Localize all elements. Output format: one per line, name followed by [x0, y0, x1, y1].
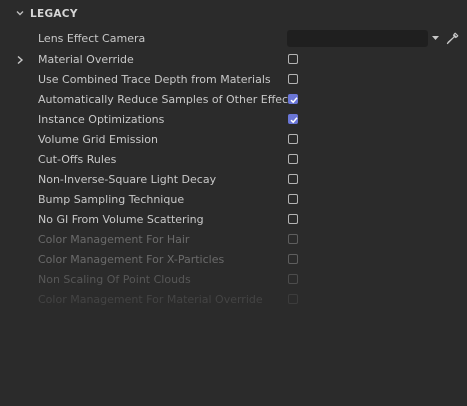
non-scaling-of-point-clouds-label: Non Scaling Of Point Clouds [38, 273, 191, 286]
bump-sampling-technique-label: Bump Sampling Technique [38, 193, 185, 206]
color-management-for-hair-label: Color Management For Hair [38, 233, 190, 246]
material-override-checkbox[interactable] [288, 54, 298, 64]
color-management-for-x-particles-checkbox[interactable] [288, 254, 298, 264]
material-override-row: Material Override [0, 50, 467, 70]
instance-optimizations-label: Instance Optimizations [38, 113, 165, 126]
legacy-section-header[interactable]: LEGACY [0, 0, 467, 28]
lens-effect-camera-field[interactable] [287, 30, 428, 47]
bump-sampling-technique-row: Bump Sampling Technique [0, 190, 467, 210]
no-gi-from-volume-scattering-checkbox[interactable] [288, 214, 298, 224]
lens-effect-camera-label: Lens Effect Camera [38, 32, 146, 45]
color-management-for-x-particles-row: Color Management For X-Particles [0, 250, 467, 270]
chevron-down-icon[interactable] [15, 8, 25, 18]
use-combined-trace-depth-row: Use Combined Trace Depth from Materials [0, 70, 467, 90]
non-inverse-square-light-decay-label: Non-Inverse-Square Light Decay [38, 173, 217, 186]
use-combined-trace-depth-checkbox[interactable] [288, 74, 298, 84]
checkmark-icon [290, 97, 298, 104]
material-override-label: Material Override [38, 53, 134, 66]
color-management-for-material-override-label: Color Management For Material Override [38, 293, 263, 306]
volume-grid-emission-checkbox[interactable] [288, 134, 298, 144]
volume-grid-emission-label: Volume Grid Emission [38, 133, 158, 146]
auto-reduce-samples-checkbox[interactable] [288, 94, 298, 104]
non-scaling-of-point-clouds-checkbox[interactable] [288, 274, 298, 284]
legacy-settings-panel: LEGACY Lens Effect Camera Material Overr… [0, 0, 467, 406]
color-management-for-hair-checkbox[interactable] [288, 234, 298, 244]
color-management-for-material-override-row: Color Management For Material Override [0, 290, 467, 310]
non-scaling-of-point-clouds-row: Non Scaling Of Point Clouds [0, 270, 467, 290]
caret-down-icon[interactable] [432, 36, 439, 40]
color-management-for-x-particles-label: Color Management For X-Particles [38, 253, 225, 266]
volume-grid-emission-row: Volume Grid Emission [0, 130, 467, 150]
auto-reduce-samples-row: Automatically Reduce Samples of Other Ef… [0, 90, 467, 110]
cut-offs-rules-label: Cut-Offs Rules [38, 153, 117, 166]
cut-offs-rules-row: Cut-Offs Rules [0, 150, 467, 170]
lens-effect-camera-row: Lens Effect Camera [0, 29, 467, 49]
section-title: LEGACY [30, 8, 78, 20]
no-gi-from-volume-scattering-row: No GI From Volume Scattering [0, 210, 467, 230]
instance-optimizations-row: Instance Optimizations [0, 110, 467, 130]
cut-offs-rules-checkbox[interactable] [288, 154, 298, 164]
no-gi-from-volume-scattering-label: No GI From Volume Scattering [38, 213, 204, 226]
non-inverse-square-light-decay-checkbox[interactable] [288, 174, 298, 184]
non-inverse-square-light-decay-row: Non-Inverse-Square Light Decay [0, 170, 467, 190]
use-combined-trace-depth-label: Use Combined Trace Depth from Materials [38, 73, 271, 86]
eyedropper-icon[interactable] [446, 32, 459, 45]
checkmark-icon [290, 117, 298, 124]
bump-sampling-technique-checkbox[interactable] [288, 194, 298, 204]
color-management-for-material-override-checkbox[interactable] [288, 294, 298, 304]
instance-optimizations-checkbox[interactable] [288, 114, 298, 124]
auto-reduce-samples-label: Automatically Reduce Samples of Other Ef… [38, 93, 299, 106]
chevron-right-icon[interactable] [16, 55, 24, 65]
color-management-for-hair-row: Color Management For Hair [0, 230, 467, 250]
